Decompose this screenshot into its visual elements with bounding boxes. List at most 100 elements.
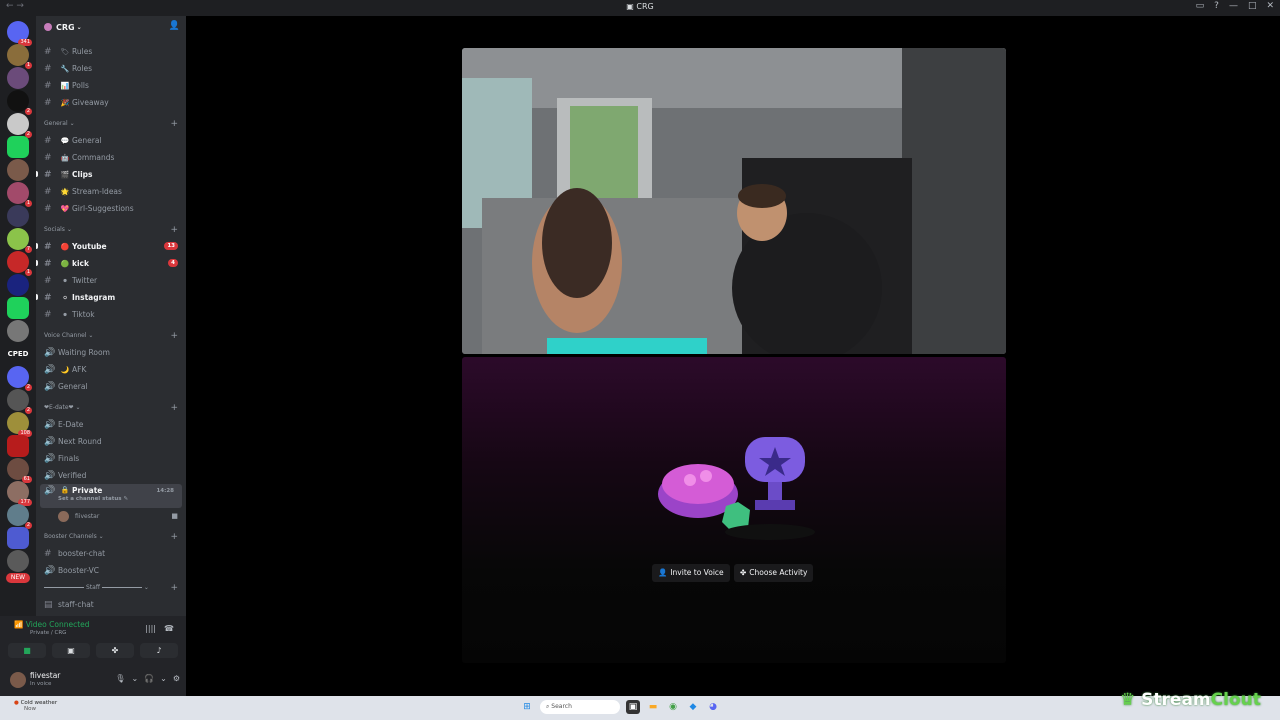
server-icon[interactable]: 1 [7,251,32,276]
minimize-button[interactable]: — [1229,1,1238,11]
windows-start-icon[interactable]: ⊞ [520,700,534,714]
server-icon[interactable]: 177 [7,481,32,506]
microphone-icon[interactable]: 🎙 [115,674,125,683]
voice-status[interactable]: 📶 Video Connected [14,620,90,629]
server-icon[interactable] [7,159,29,181]
voice-channel-next-round[interactable]: 🔊 Next Round [36,433,186,450]
chrome-icon[interactable]: ◉ [666,700,680,714]
server-icon[interactable]: 2 [7,366,32,391]
screen-share-button[interactable]: ▣ [52,643,90,658]
inbox-icon[interactable]: ▭ [1196,1,1205,11]
channel-booster-chat[interactable]: # booster-chat [36,545,186,562]
channel-polls[interactable]: # 📊 Polls [36,77,186,94]
maximize-button[interactable]: □ [1248,1,1257,11]
channel-clips[interactable]: # 🎬 Clips [36,166,186,183]
server-icon[interactable] [7,67,29,89]
channel-giveaway[interactable]: # 🎉 Giveaway [36,94,186,111]
video-stream-tile[interactable] [462,48,1006,354]
home-button[interactable]: 341 [7,21,32,46]
server-icon[interactable]: 2 [7,389,32,414]
voice-channel-waiting-room[interactable]: 🔊 Waiting Room [36,344,186,361]
channel-emoji: 💖 [60,204,70,213]
gear-icon[interactable]: ⚙ [173,674,180,683]
voice-channel-booster-vc[interactable]: 🔊 Booster-VC [36,562,186,579]
server-icon[interactable]: 108 [7,412,32,437]
invite-to-voice-button[interactable]: 👤 Invite to Voice [652,564,730,582]
chevron-down-icon[interactable]: ⌄ [160,674,167,683]
avatar[interactable] [10,672,26,688]
server-icon[interactable]: 2 [7,113,32,138]
channel-commands[interactable]: # 🤖 Commands [36,149,186,166]
new-badge[interactable]: NEW [6,573,30,583]
user-name[interactable]: fiivestar [30,671,60,680]
server-icon[interactable]: 2 [7,504,32,529]
chevron-down-icon[interactable]: ⌄ [131,674,138,683]
camera-button[interactable]: ■ [8,643,46,658]
soundboard-button[interactable]: ♪ [140,643,178,658]
channel-general[interactable]: # 💬 General [36,132,186,149]
voice-user[interactable]: fiivestar ■ [36,508,186,524]
server-folder-icon[interactable] [7,527,29,549]
server-icon[interactable]: 2 [7,90,32,115]
add-channel-icon[interactable]: + [170,583,178,593]
noise-suppression-icon[interactable]: |||| [145,624,156,633]
add-channel-icon[interactable]: + [170,532,178,542]
channel-staff-chat[interactable]: ▤ staff-chat [36,596,186,613]
add-channel-icon[interactable]: + [170,119,178,129]
channel-roles[interactable]: # 🔧 Roles [36,60,186,77]
add-channel-icon[interactable]: + [170,403,178,413]
server-icon[interactable]: 61 [7,458,32,483]
category-booster[interactable]: Booster Channels ⌄ + [36,528,186,545]
guild-header[interactable]: CRG ⌄ 👤 [36,16,186,38]
server-icon[interactable] [7,320,29,342]
voice-channel-private[interactable]: 🔊 🔒 Private 14:28 Set a channel status ✎ [40,484,182,508]
help-icon[interactable]: ? [1214,1,1219,11]
close-button[interactable]: ✕ [1266,1,1274,11]
category-edate[interactable]: ❤ E-date ❤ ⌄ + [36,399,186,416]
add-member-icon[interactable]: 👤 [169,21,180,31]
kick-server-icon[interactable] [7,136,29,158]
headphones-icon[interactable]: 🎧 [144,674,154,683]
channel-instagram[interactable]: # ⚪ Instagram [36,289,186,306]
voice-channel-edate[interactable]: 🔊 E-Date [36,416,186,433]
server-icon[interactable]: 7 [7,228,32,253]
channel-stream-ideas[interactable]: # 🌟 Stream-Ideas [36,183,186,200]
server-icon[interactable] [7,435,29,457]
channel-status-prompt[interactable]: Set a channel status ✎ [58,496,128,502]
server-icon[interactable] [7,205,29,227]
weather-widget[interactable]: ● Cold weather Now [14,700,57,712]
disconnect-icon[interactable]: ☎ [164,624,174,633]
server-icon[interactable] [7,550,29,572]
server-icon[interactable]: 1 [7,182,32,207]
voice-channel-finals[interactable]: 🔊 Finals [36,450,186,467]
channel-rules[interactable]: # 🏷 Rules [36,43,186,60]
category-voice[interactable]: Voice Channel ⌄ + [36,327,186,344]
file-explorer-icon[interactable]: ▬ [646,700,660,714]
channel-youtube[interactable]: # 🔴 Youtube 13 [36,238,186,255]
activity-button[interactable]: ✤ [96,643,134,658]
server-icon[interactable]: 1 [7,44,32,69]
task-view-icon[interactable]: ▣ [626,700,640,714]
channel-name: Private [72,486,103,495]
channel-emoji: 💬 [60,136,70,145]
choose-activity-button[interactable]: ✤ Choose Activity [734,564,814,582]
category-socials[interactable]: Socials ⌄ + [36,221,186,238]
server-icon[interactable] [7,274,29,296]
category-general[interactable]: General ⌄ + [36,115,186,132]
add-channel-icon[interactable]: + [170,331,178,341]
discord-icon[interactable]: ◕ [706,700,720,714]
channel-tiktok[interactable]: # ⚫ Tiktok [36,306,186,323]
voice-channel-afk[interactable]: 🔊 🌙 AFK [36,361,186,378]
add-channel-icon[interactable]: + [170,225,178,235]
voice-channel-general[interactable]: 🔊 General [36,378,186,395]
channel-girl-suggestions[interactable]: # 💖 Girl-Suggestions [36,200,186,217]
channel-twitter[interactable]: # ⚫ Twitter [36,272,186,289]
server-icon-cped[interactable]: CPED [7,343,29,365]
voice-channel-verified[interactable]: 🔊 Verified [36,467,186,484]
app-icon[interactable]: ◆ [686,700,700,714]
server-icon[interactable] [7,297,29,319]
category-staff[interactable]: Staff ⌄ + [36,579,186,596]
taskbar-search[interactable]: ⌕ Search [540,700,620,714]
voice-location[interactable]: Private / CRG [30,630,66,636]
channel-kick[interactable]: # 🟢 kick 4 [36,255,186,272]
